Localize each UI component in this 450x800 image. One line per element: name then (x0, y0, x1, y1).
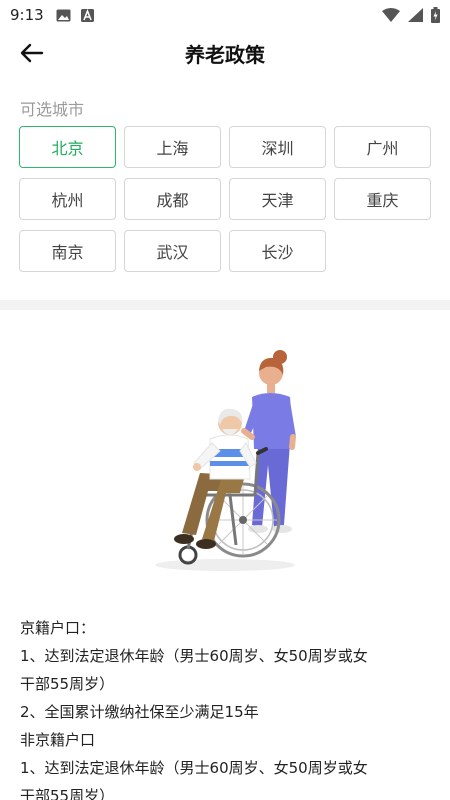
arrow-left-icon (20, 43, 44, 63)
policy-line: 干部55周岁） (20, 675, 115, 693)
city-button-chengdu[interactable]: 成都 (124, 178, 221, 220)
status-left-icons (56, 8, 94, 22)
city-button-tianjin[interactable]: 天津 (229, 178, 326, 220)
policy-line: 2、全国累计缴纳社保至少满足15年 (20, 703, 259, 721)
policy-line: 非京籍户口 (20, 731, 96, 749)
image-icon (56, 9, 71, 21)
status-right-icons (382, 7, 440, 23)
city-button-changsha[interactable]: 长沙 (229, 230, 326, 272)
page-title: 养老政策 (185, 42, 265, 67)
status-bar: 9:13 (0, 0, 450, 30)
city-button-shanghai[interactable]: 上海 (124, 126, 221, 168)
back-button[interactable] (20, 38, 56, 68)
font-icon (80, 8, 94, 22)
city-button-wuhan[interactable]: 武汉 (124, 230, 221, 272)
city-button-guangzhou[interactable]: 广州 (334, 126, 431, 168)
policy-line: 1、达到法定退休年龄（男士60周岁、女50周岁或女 (20, 647, 368, 665)
app-bar: 养老政策 (0, 30, 450, 76)
city-button-hangzhou[interactable]: 杭州 (19, 178, 116, 220)
signal-icon (408, 8, 423, 22)
city-button-chongqing[interactable]: 重庆 (334, 178, 431, 220)
section-divider (0, 300, 450, 310)
policy-line: 京籍户口： (20, 619, 96, 637)
city-button-shenzhen[interactable]: 深圳 (229, 126, 326, 168)
caregiver-wheelchair-illustration (155, 350, 296, 571)
policy-line: 1、达到法定退休年龄（男士60周岁、女50周岁或女 (20, 759, 368, 777)
battery-icon (431, 7, 440, 23)
wifi-icon (382, 8, 400, 22)
city-grid: 北京 上海 深圳 广州 杭州 成都 天津 重庆 南京 武汉 长沙 (19, 126, 432, 272)
city-button-nanjing[interactable]: 南京 (19, 230, 116, 272)
city-button-beijing[interactable]: 北京 (19, 126, 116, 168)
city-section-label: 可选城市 (20, 100, 85, 119)
policy-text: 京籍户口： 1、达到法定退休年龄（男士60周岁、女50周岁或女 干部55周岁） … (20, 614, 430, 800)
status-time: 9:13 (10, 6, 44, 24)
policy-line: 干部55周岁） (20, 787, 115, 800)
